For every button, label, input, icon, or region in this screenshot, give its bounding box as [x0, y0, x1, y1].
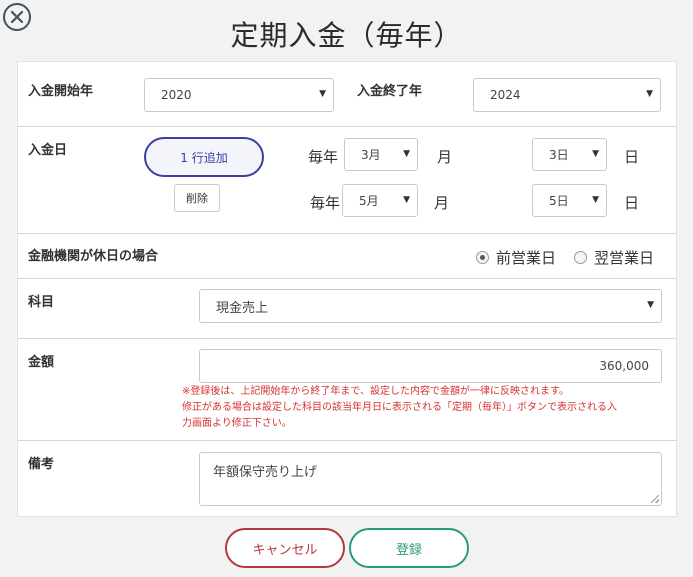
end-year-select[interactable]: 2024 ▼	[473, 78, 661, 112]
chevron-down-icon: ▼	[319, 89, 326, 99]
amount-note-line-3: 力画面より修正下さい。	[182, 418, 292, 429]
chevron-down-icon: ▼	[647, 300, 654, 310]
account-select[interactable]: 現金売上 ▼	[199, 289, 662, 323]
add-row-button[interactable]: 1 行追加	[144, 137, 264, 177]
radio-icon	[574, 251, 587, 264]
register-button[interactable]: 登録	[349, 528, 469, 568]
payment-day-row: 入金日 1 行追加 削除 毎年 3月 ▼ 月 3日 ▼ 日 毎年 5月 ▼ 月 …	[18, 127, 676, 234]
end-year-label: 入金終了年	[357, 84, 423, 99]
radio-label: 前営業日	[496, 249, 557, 267]
payment-day-label: 入金日	[28, 143, 68, 158]
start-year-label: 入金開始年	[28, 84, 94, 99]
memo-textarea[interactable]: 年額保守売り上げ	[199, 452, 662, 506]
day-suffix: 日	[624, 194, 640, 212]
memo-label: 備考	[28, 457, 55, 472]
holiday-row: 金融機関が休日の場合 前営業日 翌営業日	[18, 234, 676, 279]
account-value: 現金売上	[216, 300, 269, 316]
month-value: 5月	[359, 194, 379, 208]
delete-button[interactable]: 削除	[174, 184, 220, 212]
chevron-down-icon: ▼	[646, 89, 653, 99]
radio-next-business-day[interactable]: 翌営業日	[574, 247, 654, 268]
recurring-payment-form: 入金開始年 2020 ▼ 入金終了年 2024 ▼ 入金日 1 行追加 削除 毎…	[17, 61, 677, 517]
amount-label: 金額	[28, 355, 55, 370]
memo-row: 備考 年額保守売り上げ	[18, 441, 676, 517]
account-row: 科目 現金売上 ▼	[18, 279, 676, 339]
chevron-down-icon: ▼	[403, 149, 410, 159]
month-suffix: 月	[437, 148, 453, 166]
amount-note-line-1: ※登録後は、上記開始年から終了年まで、設定した内容で金額が一律に反映されます。	[182, 386, 569, 397]
end-year-value: 2024	[490, 88, 521, 102]
day-select[interactable]: 3日 ▼	[532, 138, 607, 171]
radio-label: 翌営業日	[594, 249, 655, 267]
cancel-button[interactable]: キャンセル	[225, 528, 345, 568]
year-range-row: 入金開始年 2020 ▼ 入金終了年 2024 ▼	[18, 62, 676, 127]
day-value: 3日	[549, 148, 569, 162]
every-year-prefix: 毎年	[308, 148, 339, 166]
resize-handle-icon[interactable]	[651, 495, 659, 503]
radio-icon	[476, 251, 489, 264]
day-select[interactable]: 5日 ▼	[532, 184, 607, 217]
month-value: 3月	[361, 148, 381, 162]
month-suffix: 月	[434, 194, 450, 212]
start-year-select[interactable]: 2020 ▼	[144, 78, 334, 112]
dialog-title: 定期入金（毎年）	[230, 19, 463, 52]
amount-row: 金額 360,000 ※登録後は、上記開始年から終了年まで、設定した内容で金額が…	[18, 339, 676, 441]
day-suffix: 日	[624, 148, 640, 166]
amount-value: 360,000	[599, 359, 649, 373]
chevron-down-icon: ▼	[592, 149, 599, 159]
account-label: 科目	[28, 295, 55, 310]
radio-previous-business-day[interactable]: 前営業日	[476, 247, 556, 268]
start-year-value: 2020	[161, 88, 192, 102]
month-select[interactable]: 3月 ▼	[344, 138, 418, 171]
day-value: 5日	[549, 194, 569, 208]
every-year-prefix: 毎年	[310, 194, 341, 212]
chevron-down-icon: ▼	[403, 195, 410, 205]
amount-note-line-2: 修正がある場合は設定した科目の該当年月日に表示される「定期（毎年）」ボタンで表示…	[182, 402, 617, 413]
amount-input[interactable]: 360,000	[199, 349, 662, 383]
holiday-label: 金融機関が休日の場合	[28, 249, 159, 264]
memo-value: 年額保守売り上げ	[213, 465, 318, 480]
chevron-down-icon: ▼	[592, 195, 599, 205]
month-select[interactable]: 5月 ▼	[342, 184, 418, 217]
